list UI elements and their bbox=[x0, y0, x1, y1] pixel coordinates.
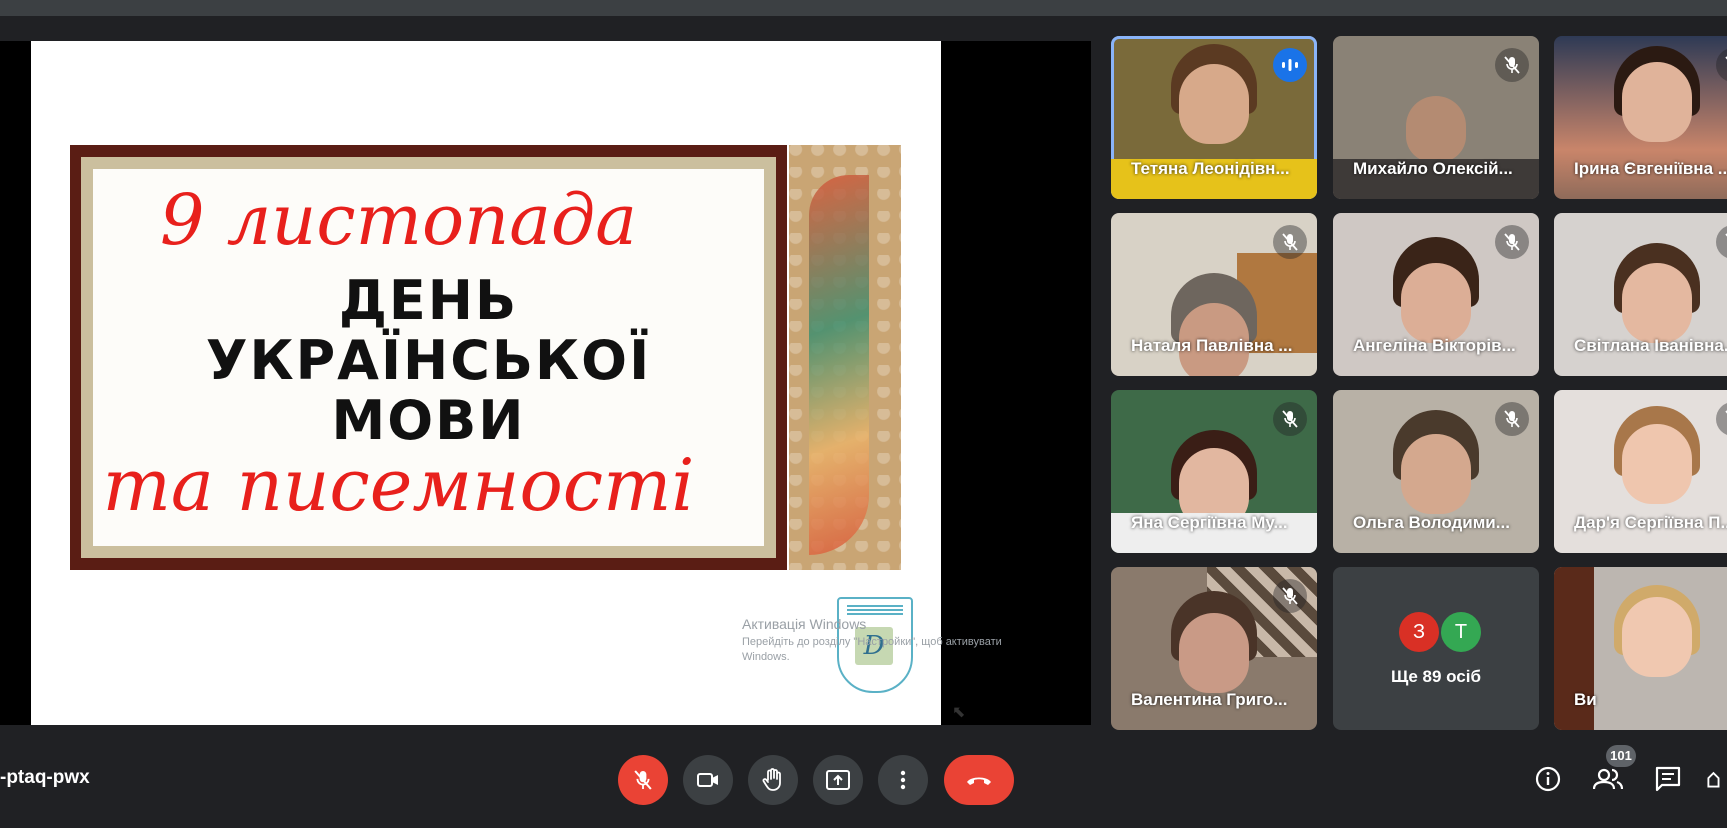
more-participants-tile[interactable]: З Т Ще 89 осіб bbox=[1333, 567, 1539, 730]
camera-icon bbox=[697, 773, 718, 787]
present-screen-button[interactable] bbox=[813, 755, 863, 805]
slide-date-text: 9 листопада bbox=[159, 179, 638, 261]
mic-off-icon bbox=[1495, 402, 1529, 436]
people-icon bbox=[1593, 768, 1623, 790]
self-view-tile[interactable]: Ви bbox=[1554, 567, 1727, 730]
participant-tile[interactable]: Яна Сергіївна Му... bbox=[1111, 390, 1317, 553]
slide-subtitle-text: та писемності bbox=[102, 443, 695, 527]
camera-button[interactable] bbox=[683, 755, 733, 805]
presentation-view[interactable]: 9 листопада ДЕНЬ УКРАЇНСЬКОЇ МОВИ та пис… bbox=[0, 41, 1091, 725]
mic-off-icon bbox=[1716, 48, 1727, 82]
windows-activation-title: Активація Windows bbox=[742, 616, 867, 632]
chat-button[interactable] bbox=[1649, 760, 1687, 798]
avatar: З bbox=[1399, 612, 1439, 652]
participant-name: Валентина Григо... bbox=[1131, 690, 1288, 709]
participant-name: Наталя Павлівна ... bbox=[1131, 336, 1293, 355]
slide-panel: 9 листопада ДЕНЬ УКРАЇНСЬКОЇ МОВИ та пис… bbox=[81, 157, 776, 558]
participant-name: Тетяна Леонідівн... bbox=[1131, 159, 1290, 178]
mic-off-icon bbox=[1273, 579, 1307, 613]
info-icon bbox=[1535, 766, 1561, 792]
mic-off-icon bbox=[1495, 48, 1529, 82]
present-icon bbox=[826, 770, 850, 790]
participant-name: Дар'я Сергіївна П... bbox=[1574, 513, 1727, 532]
more-participants-label: Ще 89 осіб bbox=[1391, 667, 1481, 686]
speaking-indicator-icon bbox=[1273, 48, 1307, 82]
top-bar bbox=[0, 0, 1727, 16]
participant-tile[interactable]: Тетяна Леонідівн... bbox=[1111, 36, 1317, 199]
raise-hand-button[interactable] bbox=[748, 755, 798, 805]
participant-name: Ірина Євгеніївна ... bbox=[1574, 159, 1727, 178]
participant-count-badge: 101 bbox=[1606, 745, 1636, 767]
mic-off-icon bbox=[1273, 402, 1307, 436]
avatar: Т bbox=[1441, 612, 1481, 652]
participant-tile[interactable]: Ірина Євгеніївна ... bbox=[1554, 36, 1727, 199]
more-vert-icon bbox=[900, 770, 906, 790]
mic-off-icon bbox=[1716, 225, 1727, 259]
mic-off-icon bbox=[1716, 402, 1727, 436]
microphone-button[interactable] bbox=[618, 755, 668, 805]
participant-name: Світлана Іванівна... bbox=[1574, 336, 1727, 355]
participant-name: Яна Сергіївна Му... bbox=[1131, 513, 1288, 532]
participant-name: Ольга Володими... bbox=[1353, 513, 1510, 532]
windows-activation-text: Перейдіть до розділу "Настройки", щоб ак… bbox=[742, 636, 1002, 663]
participant-tile[interactable]: Дар'я Сергіївна П... bbox=[1554, 390, 1727, 553]
activities-icon bbox=[1707, 771, 1720, 788]
participant-tile[interactable]: Світлана Іванівна... bbox=[1554, 213, 1727, 376]
more-options-button[interactable] bbox=[878, 755, 928, 805]
mic-off-icon bbox=[634, 770, 652, 790]
slide-ornament-image bbox=[789, 145, 901, 570]
activities-button[interactable] bbox=[1705, 760, 1727, 798]
mic-off-icon bbox=[1495, 225, 1529, 259]
meeting-details-button[interactable] bbox=[1529, 760, 1567, 798]
end-call-icon bbox=[967, 777, 991, 785]
meet-window: 9 листопада ДЕНЬ УКРАЇНСЬКОЇ МОВИ та пис… bbox=[0, 0, 1727, 828]
participant-tile[interactable]: Ольга Володими... bbox=[1333, 390, 1539, 553]
participant-tile[interactable]: Ангеліна Вікторів... bbox=[1333, 213, 1539, 376]
leave-call-button[interactable] bbox=[944, 755, 1014, 805]
participant-name: Михайло Олексій... bbox=[1353, 159, 1513, 178]
participant-name: Ви bbox=[1574, 690, 1597, 709]
mic-off-icon bbox=[1273, 225, 1307, 259]
more-participants-avatars: З Т bbox=[1399, 612, 1483, 652]
participant-tile[interactable]: Валентина Григо... bbox=[1111, 567, 1317, 730]
chat-icon bbox=[1655, 766, 1681, 792]
participant-tile[interactable]: Михайло Олексій... bbox=[1333, 36, 1539, 199]
slide-title-line-1: ДЕНЬ bbox=[338, 269, 519, 332]
mouse-cursor-icon: ⬉ bbox=[952, 704, 966, 721]
meeting-code: -ptaq-pwx bbox=[0, 767, 90, 788]
hand-icon bbox=[762, 768, 781, 791]
participant-tile[interactable]: Наталя Павлівна ... bbox=[1111, 213, 1317, 376]
participant-name: Ангеліна Вікторів... bbox=[1353, 336, 1516, 355]
slide-title-line-2: УКРАЇНСЬКОЇ bbox=[205, 329, 652, 392]
